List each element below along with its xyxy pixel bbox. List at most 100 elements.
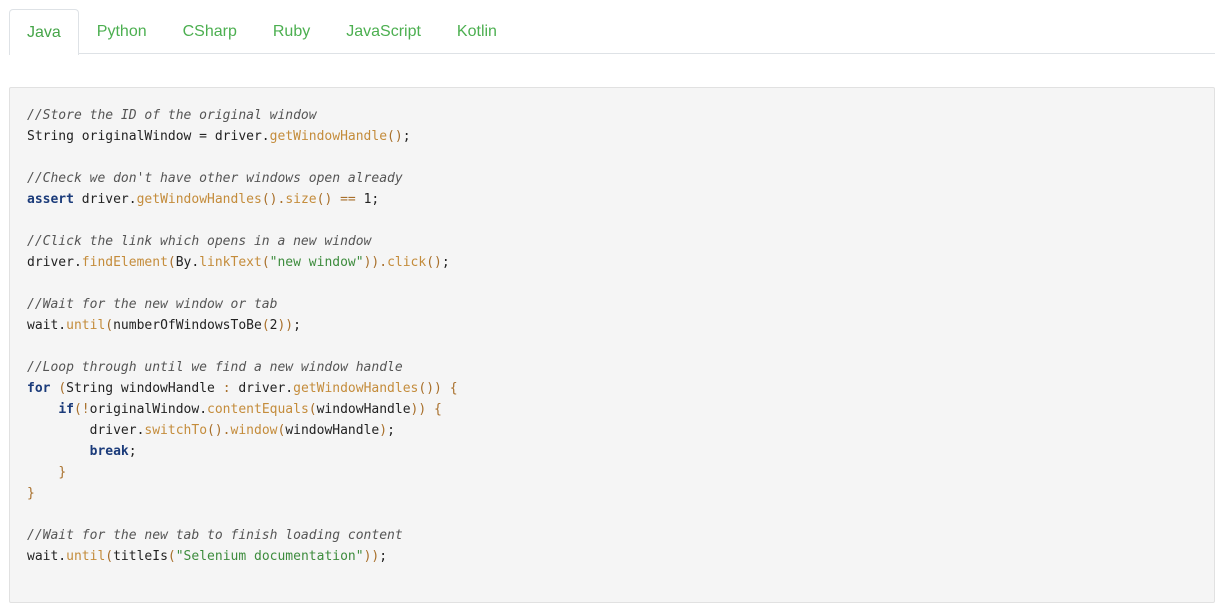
code-token: //Click the link which opens in a new wi… [27,234,372,249]
code-token: By. [175,255,200,270]
code-token: //Loop through until we find a new windo… [27,360,403,375]
tab-kotlin[interactable]: Kotlin [439,9,515,54]
code-token: windowHandle [285,423,380,438]
code-token: )) [410,402,427,417]
tab-java[interactable]: Java [9,9,79,55]
code-token: "Selenium documentation" [175,549,364,564]
code-token: wait. [27,549,67,564]
code-token: //Wait for the new window or tab [27,297,278,312]
code-token: driver. [73,192,137,207]
code-token: (). [261,192,286,207]
code-token: assert [27,192,74,207]
code-token: getWindowHandles [136,192,262,207]
code-line: if(!originalWindow.contentEquals(windowH… [27,399,1197,420]
code-token: ; [387,423,395,438]
code-token: driver. [27,255,82,270]
code-token: //Wait for the new tab to finish loading… [27,528,403,543]
code-token: ( [261,318,270,333]
code-token: getWindowHandle [269,129,388,144]
tab-javascript[interactable]: JavaScript [328,9,439,54]
code-token: driver. [27,423,145,438]
code-token: String originalWindow = driver. [27,129,270,144]
code-token: break [89,444,129,459]
code-line: wait.until(numberOfWindowsToBe(2)); [27,315,1197,336]
code-token: driver. [230,381,294,396]
code-token: ; [128,444,137,459]
code-token: (! [73,402,90,417]
tab-ruby[interactable]: Ruby [255,9,328,54]
code-token: } [27,486,35,501]
code-token: ( [167,255,176,270]
tab-python[interactable]: Python [79,9,165,54]
code-token: originalWindow. [89,402,208,417]
code-token: () [316,192,333,207]
code-token: ( [105,549,114,564]
tab-list: Java Python CSharp Ruby JavaScript Kotlin [9,9,1215,55]
code-token: if [58,402,74,417]
code-token: ( [105,318,114,333]
code-token: ( [167,549,176,564]
code-token: )) [363,549,380,564]
code-token: 1; [355,192,380,207]
code-block: //Store the ID of the original window Str… [9,87,1215,603]
code-token: for [27,381,51,396]
code-line: //Wait for the new window or tab [27,294,1197,315]
code-line: //Store the ID of the original window [27,105,1197,126]
code-line: driver.switchTo().window(windowHandle); [27,420,1197,441]
code-token: window [230,423,278,438]
code-token: { [449,381,458,396]
code-line: //Wait for the new tab to finish loading… [27,525,1197,546]
code-token: ( [308,402,317,417]
code-token: == [340,192,356,207]
code-token: ( [261,255,270,270]
code-token: ()) [418,381,442,396]
code-token: findElement [81,255,168,270]
code-token: until [66,318,106,333]
code-line: wait.until(titleIs("Selenium documentati… [27,546,1197,567]
code-token: ; [441,255,450,270]
code-line: break; [27,441,1197,462]
code-token: contentEquals [207,402,309,417]
code-token: wait. [27,318,67,333]
code-token: )). [363,255,388,270]
code-token: switchTo [144,423,208,438]
code-token: numberOfWindowsToBe [113,318,262,333]
code-token: ( [58,381,67,396]
code-token: ; [379,549,388,564]
code-line: assert driver.getWindowHandles().size() … [27,189,1197,210]
code-token: )) [277,318,294,333]
code-line: driver.findElement(By.linkText("new wind… [27,252,1197,273]
code-token: () [426,255,442,270]
language-tabs: Java Python CSharp Ruby JavaScript Kotlin [9,9,1215,55]
code-token: click [387,255,427,270]
code-token: //Check we don't have other windows open… [27,171,403,186]
code-token: ; [402,129,411,144]
code-token: "new window" [269,255,364,270]
code-token: getWindowHandles [293,381,419,396]
code-token: ; [293,318,301,333]
code-token: //Store the ID of the original window [27,108,317,123]
code-listing: //Store the ID of the original window Str… [10,88,1214,584]
code-token: ) [379,423,388,438]
code-line: } [27,462,1197,483]
code-line: //Loop through until we find a new windo… [27,357,1197,378]
code-token: (). [207,423,231,438]
code-token: size [285,192,317,207]
code-token: { [434,402,442,417]
code-token: linkText [199,255,262,270]
tab-csharp[interactable]: CSharp [165,9,255,54]
code-line: //Click the link which opens in a new wi… [27,231,1197,252]
code-line: } [27,483,1197,504]
code-line: for (String windowHandle : driver.getWin… [27,378,1197,399]
code-token: titleIs [113,549,168,564]
code-line: String originalWindow = driver.getWindow… [27,126,1197,147]
